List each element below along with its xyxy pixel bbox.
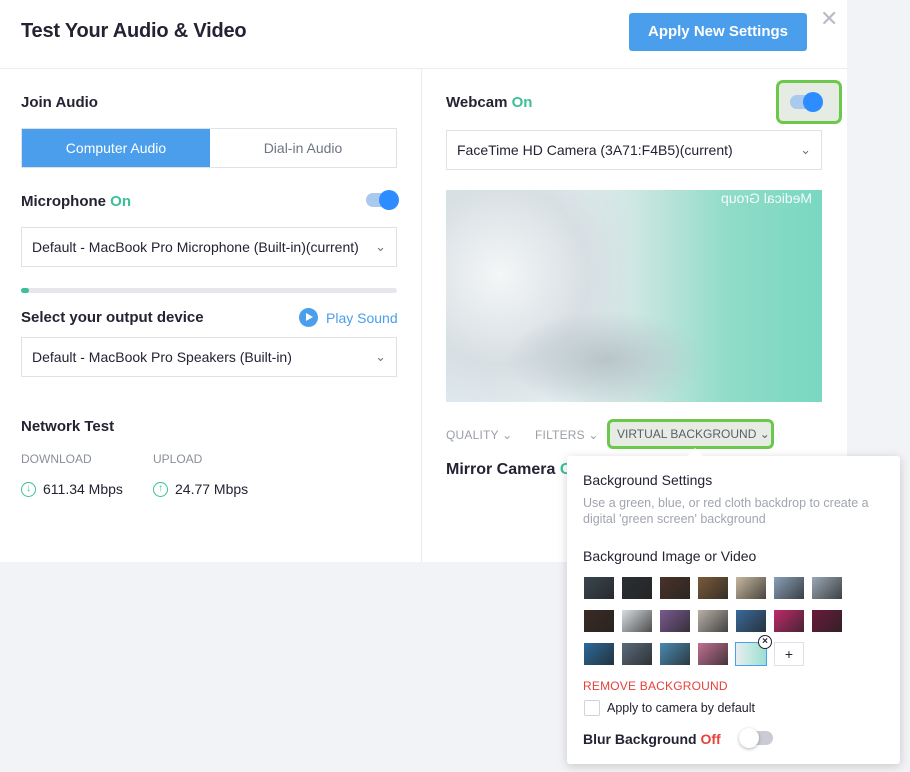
blur-background-state: Off (700, 731, 721, 747)
chevron-down-icon: ⌄ (375, 239, 386, 254)
chevron-down-icon: ⌄ (588, 428, 599, 442)
play-sound-button[interactable]: Play Sound (299, 308, 398, 327)
dialog-header: Test Your Audio & Video Apply New Settin… (0, 0, 847, 69)
toggle-knob (379, 190, 399, 210)
background-thumbnail[interactable] (812, 610, 842, 632)
popup-title: Background Settings (583, 472, 713, 488)
download-arrow-icon: ↓ (21, 481, 36, 497)
tab-dial-in-audio[interactable]: Dial-in Audio (210, 129, 396, 167)
tab-filters-label: FILTERS (535, 428, 585, 442)
tab-virtual-background-label: VIRTUAL BACKGROUND (617, 427, 757, 441)
background-thumbnail[interactable] (660, 577, 690, 599)
column-divider (421, 69, 422, 562)
webcam-state: On (511, 94, 533, 111)
play-sound-label: Play Sound (326, 309, 398, 326)
chevron-down-icon: ⌄ (502, 428, 513, 442)
dialog-title: Test Your Audio & Video (21, 20, 247, 42)
background-thumbnail[interactable] (622, 610, 652, 632)
upload-arrow-icon: ↑ (153, 481, 168, 497)
mirror-camera-label: Mirror Camera O (446, 461, 572, 479)
microphone-select[interactable]: Default - MacBook Pro Microphone (Built-… (21, 227, 397, 267)
background-thumbnail[interactable] (584, 610, 614, 632)
output-device-label: Select your output device (21, 309, 204, 326)
microphone-toggle[interactable] (366, 190, 399, 210)
background-thumbnail[interactable] (774, 577, 804, 599)
audio-mode-tabs: Computer Audio Dial-in Audio (21, 128, 397, 168)
download-label: DOWNLOAD (21, 452, 92, 466)
microphone-device-value: Default - MacBook Pro Microphone (Built-… (32, 239, 359, 255)
background-thumbnail[interactable] (622, 643, 652, 665)
upload-value: 24.77 Mbps (175, 481, 249, 497)
tab-computer-audio[interactable]: Computer Audio (22, 129, 210, 167)
tab-quality-label: QUALITY (446, 428, 499, 442)
upload-label: UPLOAD (153, 452, 203, 466)
webcam-toggle[interactable] (790, 92, 823, 112)
camera-preview: Medical Group (446, 190, 822, 402)
background-thumbnail[interactable] (584, 577, 614, 599)
apply-default-label: Apply to camera by default (607, 701, 755, 715)
blur-background-text: Blur Background (583, 731, 697, 747)
chevron-down-icon: ⌄ (800, 142, 811, 157)
preview-logo-text: Medical Group (720, 190, 812, 206)
chevron-down-icon: ⌄ (375, 349, 386, 364)
background-thumbnail[interactable] (698, 610, 728, 632)
toggle-knob (739, 728, 759, 748)
tab-quality[interactable]: QUALITY ⌄ (446, 428, 512, 442)
close-icon[interactable]: ✕ (820, 6, 838, 32)
camera-select[interactable]: FaceTime HD Camera (3A71:F4B5)(current) … (446, 130, 822, 170)
blur-background-toggle[interactable] (739, 728, 773, 748)
preview-blur-shadow (506, 310, 706, 402)
webcam-label-text: Webcam (446, 94, 508, 111)
remove-background-link[interactable]: REMOVE BACKGROUND (583, 679, 728, 693)
output-device-value: Default - MacBook Pro Speakers (Built-in… (32, 349, 292, 365)
network-test-title: Network Test (21, 418, 115, 435)
microphone-state: On (110, 193, 132, 210)
play-icon (299, 308, 318, 327)
background-thumbnail[interactable] (660, 610, 690, 632)
blur-background-label: Blur Background Off (583, 731, 721, 747)
background-thumbnail[interactable] (736, 577, 766, 599)
mirror-camera-text: Mirror Camera (446, 461, 556, 478)
popup-description: Use a green, blue, or red cloth backdrop… (583, 496, 869, 526)
add-background-button[interactable]: + (774, 642, 804, 666)
join-audio-label: Join Audio (21, 94, 98, 111)
mic-level-meter (21, 288, 397, 293)
background-thumbnail[interactable] (660, 643, 690, 665)
background-thumbnail[interactable] (698, 643, 728, 665)
remove-thumbnail-icon[interactable]: × (758, 635, 772, 649)
microphone-label-text: Microphone (21, 193, 106, 210)
background-thumbnail[interactable] (774, 610, 804, 632)
tab-virtual-background[interactable]: VIRTUAL BACKGROUND ⌄ (607, 419, 774, 449)
apply-new-settings-button[interactable]: Apply New Settings (629, 13, 807, 51)
background-thumbnail[interactable] (584, 643, 614, 665)
output-device-select[interactable]: Default - MacBook Pro Speakers (Built-in… (21, 337, 397, 377)
download-value: 611.34 Mbps (43, 481, 123, 497)
background-thumbnail[interactable] (622, 577, 652, 599)
upload-speed: ↑ 24.77 Mbps (153, 481, 248, 497)
toggle-knob (803, 92, 823, 112)
mic-level-fill (21, 288, 29, 293)
download-speed: ↓ 611.34 Mbps (21, 481, 123, 497)
chevron-down-icon: ⌄ (759, 427, 770, 441)
background-thumbnail[interactable] (698, 577, 728, 599)
background-thumbnail[interactable] (812, 577, 842, 599)
tab-filters[interactable]: FILTERS ⌄ (535, 428, 599, 442)
apply-default-checkbox[interactable] (584, 700, 600, 716)
webcam-toggle-highlight (776, 80, 842, 124)
microphone-label: Microphone On (21, 193, 131, 210)
camera-device-value: FaceTime HD Camera (3A71:F4B5)(current) (457, 142, 733, 158)
background-thumbnail[interactable] (736, 610, 766, 632)
popup-subtitle: Background Image or Video (583, 548, 757, 564)
background-settings-popup: Background Settings Use a green, blue, o… (567, 448, 900, 764)
webcam-label: Webcam On (446, 94, 532, 111)
